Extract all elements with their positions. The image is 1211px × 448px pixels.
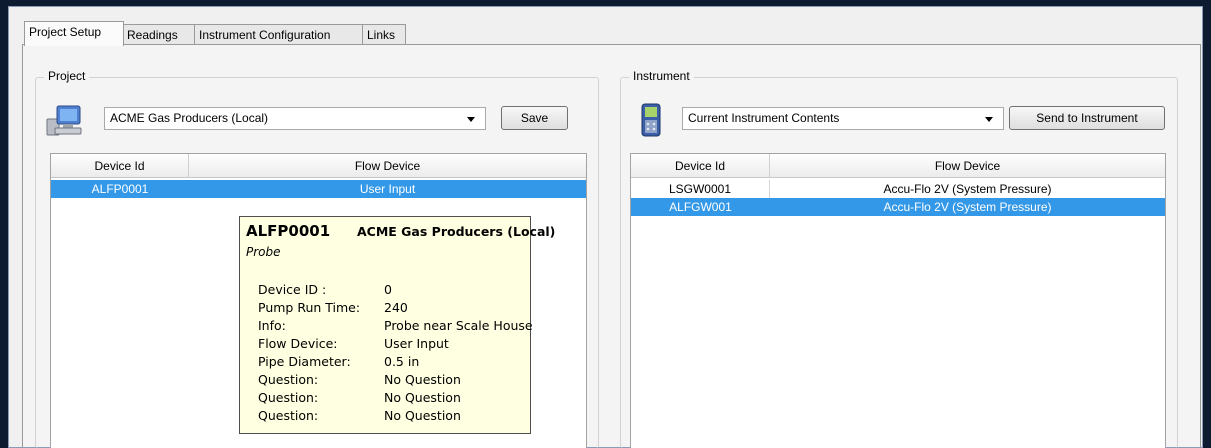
tab-readings[interactable]: Readings [122,24,196,45]
tooltip-field-label: Pipe Diameter: [258,354,351,369]
tooltip-field-value: No Question [384,372,461,387]
device-id-cell: ALFGW001 [669,200,732,214]
computer-icon [45,103,83,137]
project-group-title: Project [44,69,90,83]
flow-device-cell: Accu-Flo 2V (System Pressure) [883,182,1052,196]
tooltip-field-label: Info: [258,318,286,333]
flow-device-cell: Accu-Flo 2V (System Pressure) [883,200,1052,214]
device-id-cell: ALFP0001 [91,182,149,196]
tooltip-field-value: 240 [384,300,408,315]
instrument-select[interactable]: Current Instrument Contents [682,107,1004,130]
table-row[interactable]: LSGW0001 Accu-Flo 2V (System Pressure) [631,180,1165,198]
tab-links[interactable]: Links [362,24,406,45]
column-header-flow-device[interactable]: Flow Device [189,154,586,178]
tooltip-field-label: Device ID : [258,282,327,297]
chevron-down-icon [467,117,475,122]
tooltip-project: ACME Gas Producers (Local) [357,224,556,239]
tooltip-field-label: Question: [258,408,319,423]
handheld-device-icon [641,103,661,137]
tooltip-field-value: Probe near Scale House [384,318,533,333]
column-header-device-id[interactable]: Device Id [631,154,770,178]
tab-instrument-configuration[interactable]: Instrument Configuration [194,24,364,45]
tooltip-field-value: 0 [384,282,392,297]
tooltip-field-label: Question: [258,372,319,387]
tooltip-field-value: User Input [384,336,449,351]
save-button[interactable]: Save [501,106,568,130]
instrument-group-title: Instrument [629,69,694,83]
send-to-instrument-button[interactable]: Send to Instrument [1009,106,1165,130]
device-id-cell: LSGW0001 [631,180,770,198]
tooltip-type: Probe [246,245,281,259]
instrument-device-grid: Device Id Flow Device LSGW0001 Accu-Flo … [630,153,1166,448]
table-row[interactable]: ALFGW001 Accu-Flo 2V (System Pressure) [631,198,1165,216]
tooltip-field-value: No Question [384,390,461,405]
tooltip-field-value: 0.5 in [384,354,420,369]
tooltip-field-label: Question: [258,390,319,405]
device-tooltip: ALFP0001 ACME Gas Producers (Local) Prob… [239,216,555,434]
table-row[interactable]: ALFP0001 User Input [51,180,586,198]
project-select[interactable]: ACME Gas Producers (Local) [104,107,486,130]
flow-device-cell: User Input [359,182,416,196]
column-header-device-id[interactable]: Device Id [51,154,189,178]
tab-panel-project-setup: Project ACME Gas Producers (Local) Save … [22,44,1201,448]
chevron-down-icon [985,117,993,122]
tooltip-field-label: Flow Device: [258,336,338,351]
tooltip-device-id: ALFP0001 [246,222,331,240]
tab-project-setup[interactable]: Project Setup [24,21,124,46]
column-header-flow-device[interactable]: Flow Device [770,154,1165,178]
tooltip-field-value: No Question [384,408,461,423]
tooltip-field-label: Pump Run Time: [258,300,361,315]
